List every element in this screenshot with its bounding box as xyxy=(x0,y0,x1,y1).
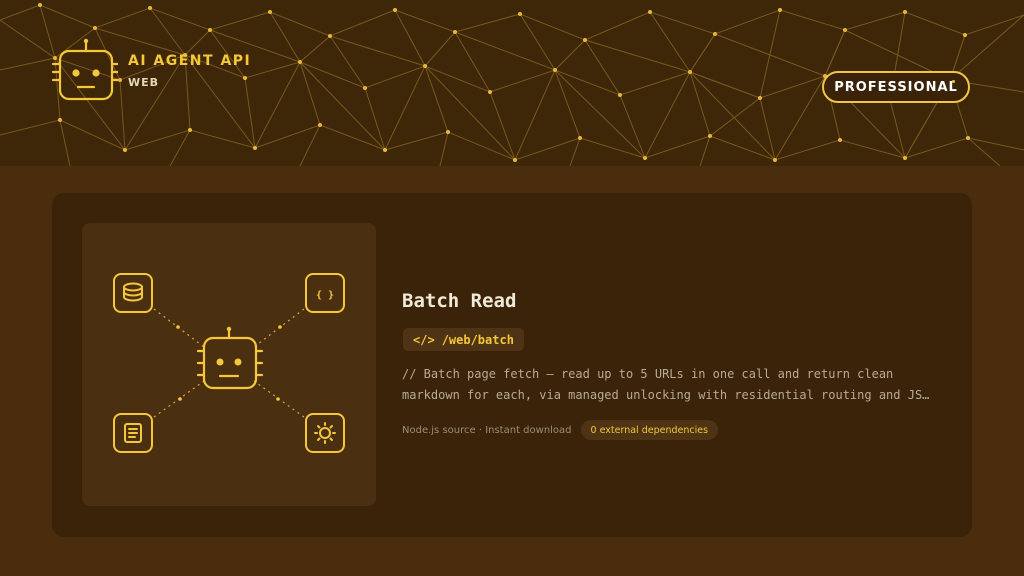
brand-subtitle: WEB xyxy=(128,76,160,89)
endpoint-card[interactable]: { } Batch Read </> /web/batch // Batch p… xyxy=(52,193,972,537)
database-icon xyxy=(113,273,153,313)
brand-title: AI AGENT API xyxy=(128,53,252,69)
tier-badge: PROFESSIONAL xyxy=(822,71,970,103)
tier-dot-icon xyxy=(952,80,955,83)
endpoint-path-badge: </> /web/batch xyxy=(403,328,524,351)
json-braces-icon: { } xyxy=(305,273,345,313)
connector-lines xyxy=(153,308,305,418)
source-info: Node.js source · Instant download xyxy=(402,424,572,436)
json-braces-glyph: { } xyxy=(316,290,334,301)
robot-icon xyxy=(196,328,264,390)
robot-icon xyxy=(51,38,118,101)
document-icon xyxy=(113,413,153,453)
endpoint-title: Batch Read xyxy=(402,290,517,312)
header-banner: AI AGENT API WEB PROFESSIONAL xyxy=(0,0,1024,166)
endpoint-description: // Batch page fetch — read up to 5 URLs … xyxy=(402,367,930,402)
network-hub-icon xyxy=(305,413,345,453)
endpoint-path: /web/batch xyxy=(441,332,514,347)
endpoint-meta: Node.js source · Instant download 0 exte… xyxy=(402,420,719,440)
dependencies-badge: 0 external dependencies xyxy=(580,420,719,440)
brand: AI AGENT API WEB xyxy=(50,38,251,104)
endpoint-diagram: { } xyxy=(82,223,376,506)
tier-label: PROFESSIONAL xyxy=(834,79,958,95)
diagram-canvas: { } xyxy=(113,273,345,453)
code-icon: </> xyxy=(413,332,435,347)
